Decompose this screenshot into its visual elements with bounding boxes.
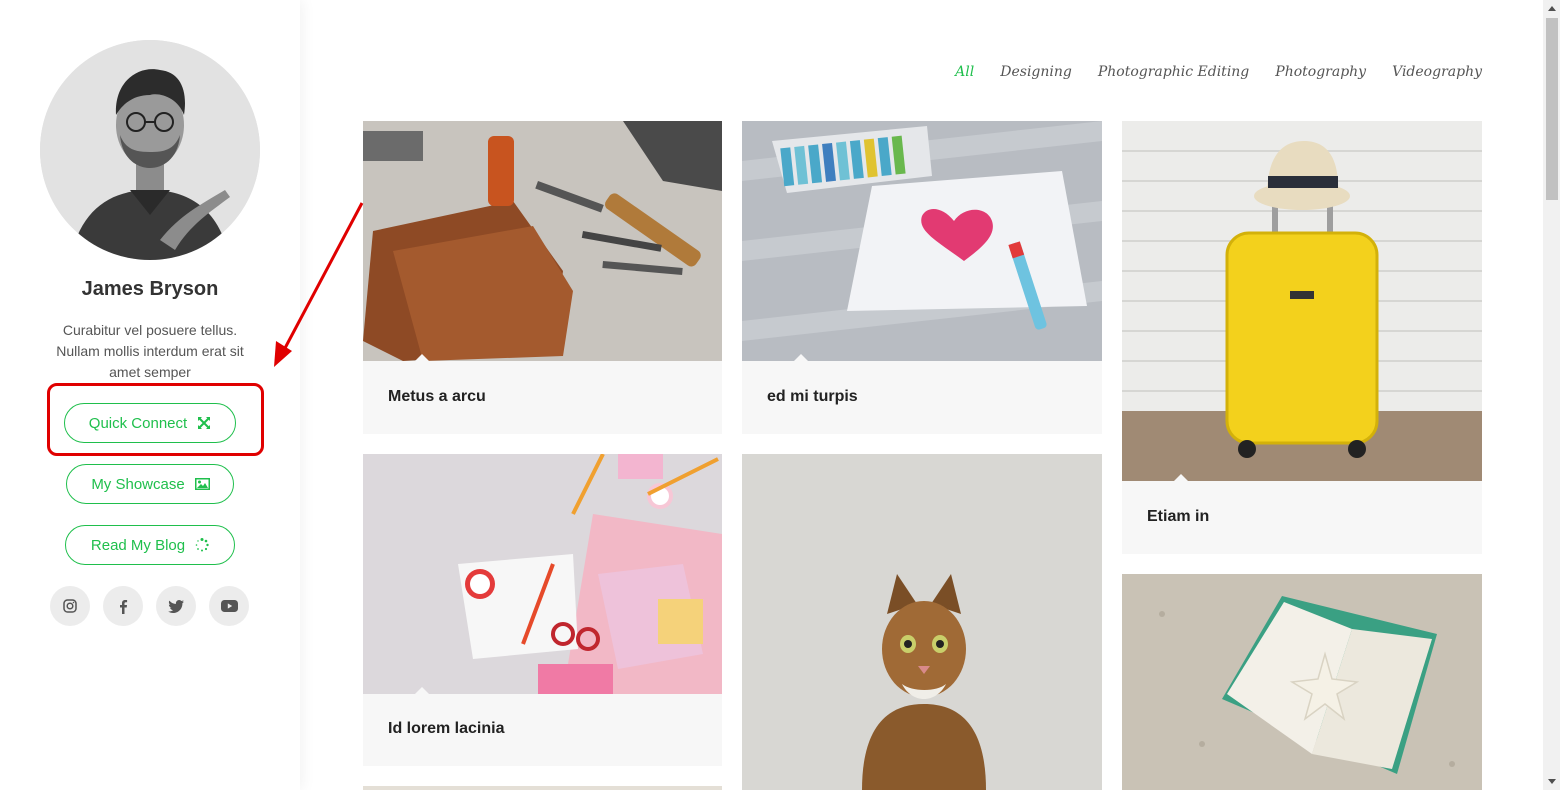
spinner-icon <box>195 538 209 552</box>
card-notch <box>1174 474 1188 481</box>
filter-designing[interactable]: Designing <box>1000 64 1072 80</box>
annotation-arrow <box>274 202 364 367</box>
filter-photographic-editing[interactable]: Photographic Editing <box>1098 64 1249 80</box>
my-showcase-label: My Showcase <box>91 475 185 493</box>
card-image <box>742 454 1102 790</box>
card-image <box>363 454 722 694</box>
portfolio-card[interactable]: Id lorem lacinia <box>363 454 722 766</box>
expand-arrows-icon <box>197 416 211 430</box>
card-image <box>363 121 722 361</box>
read-blog-label: Read My Blog <box>90 536 186 554</box>
image-icon <box>194 477 210 491</box>
read-blog-button[interactable]: Read My Blog <box>65 525 235 565</box>
scrollbar[interactable] <box>1543 0 1560 790</box>
portfolio-card[interactable] <box>1122 574 1482 790</box>
card-notch <box>794 354 808 361</box>
portfolio-card[interactable]: ed mi turpis <box>742 121 1102 434</box>
card-title: Etiam in <box>1147 508 1210 525</box>
card-notch <box>415 354 429 361</box>
portfolio-card[interactable]: Etiam in <box>1122 121 1482 554</box>
profile-name: James Bryson <box>81 278 219 300</box>
portfolio-card[interactable] <box>363 786 722 790</box>
quick-connect-button[interactable]: Quick Connect <box>64 403 236 443</box>
facebook-icon[interactable] <box>103 586 143 626</box>
card-image <box>742 121 1102 361</box>
social-links <box>50 586 249 626</box>
quick-connect-label: Quick Connect <box>88 414 188 432</box>
instagram-icon[interactable] <box>50 586 90 626</box>
filter-videography[interactable]: Videography <box>1392 64 1482 80</box>
card-image <box>1122 121 1482 481</box>
avatar-photo <box>40 40 260 260</box>
card-image <box>1122 574 1482 790</box>
card-title: Id lorem lacinia <box>388 720 505 737</box>
portfolio-card[interactable] <box>742 454 1102 790</box>
card-notch <box>415 687 429 694</box>
twitter-icon[interactable] <box>156 586 196 626</box>
scroll-down-arrow-icon[interactable] <box>1548 779 1556 784</box>
youtube-icon[interactable] <box>209 586 249 626</box>
my-showcase-button[interactable]: My Showcase <box>66 464 234 504</box>
filter-all[interactable]: All <box>955 64 974 80</box>
scroll-up-arrow-icon[interactable] <box>1548 6 1556 11</box>
scrollbar-thumb[interactable] <box>1546 18 1558 200</box>
avatar <box>40 40 260 260</box>
filter-photography[interactable]: Photography <box>1275 64 1366 80</box>
profile-bio: Curabitur vel posuere tellus. Nullam mol… <box>56 322 244 380</box>
card-title: Metus a arcu <box>388 388 486 405</box>
portfolio-card[interactable]: Metus a arcu <box>363 121 722 434</box>
card-title: ed mi turpis <box>767 388 858 405</box>
portfolio-filters: All Designing Photographic Editing Photo… <box>955 64 1482 80</box>
profile-sidebar: James Bryson Curabitur vel posuere tellu… <box>0 0 300 790</box>
